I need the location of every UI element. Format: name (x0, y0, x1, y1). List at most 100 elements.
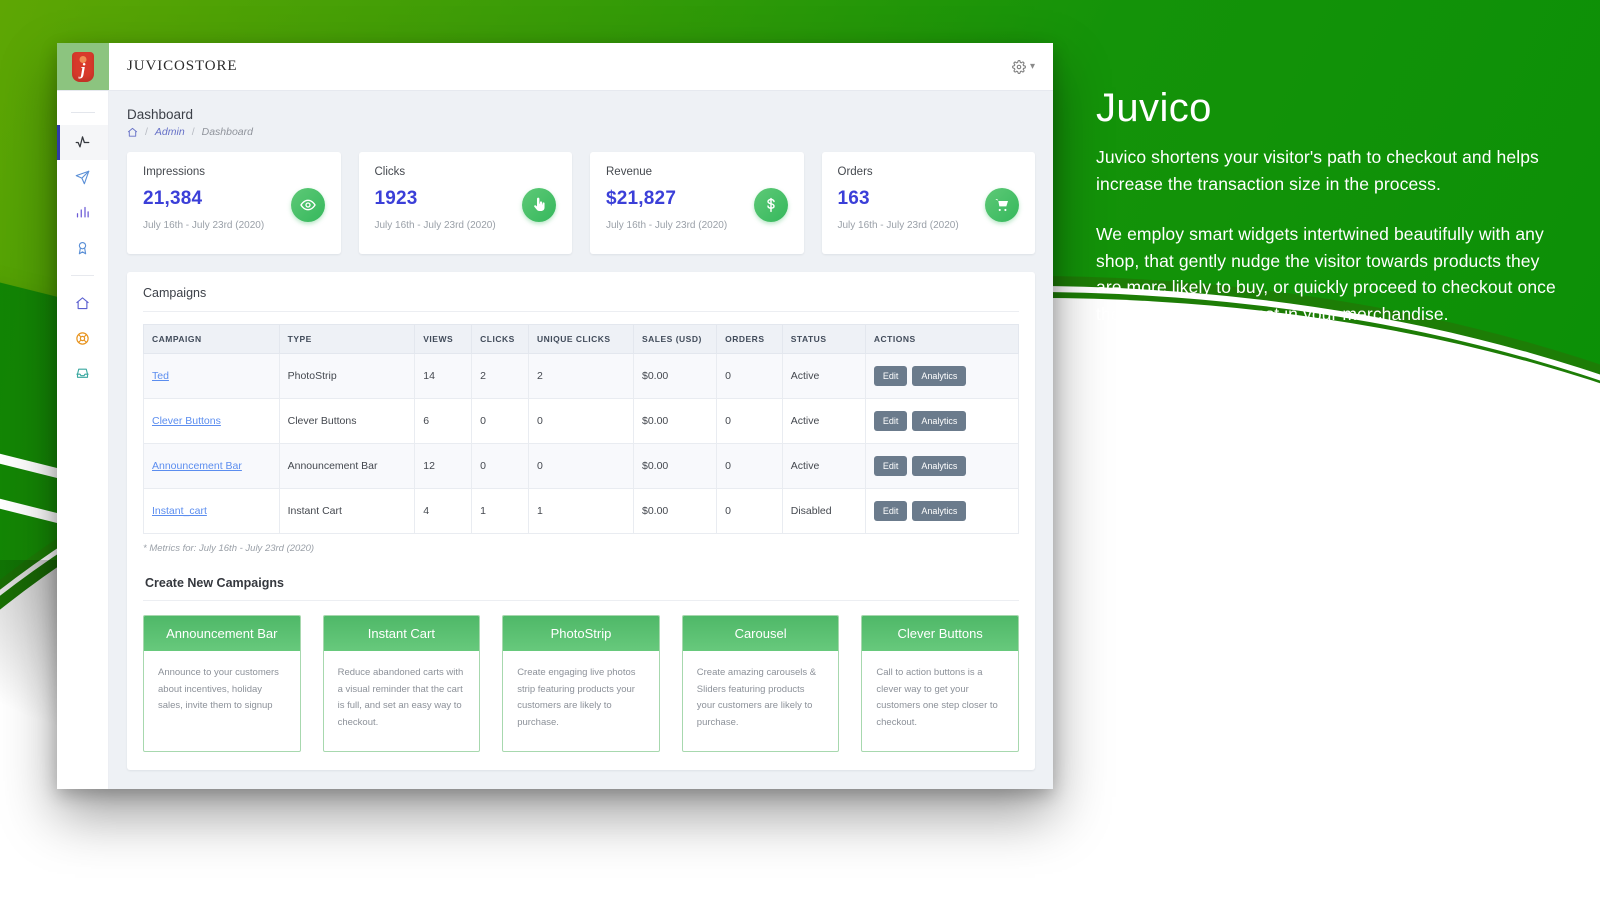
analytics-button[interactable]: Analytics (912, 456, 967, 476)
main-content: Dashboard / Admin / Dashboard Impression… (109, 91, 1053, 789)
stat-period: July 16th - July 23rd (2020) (374, 220, 496, 231)
table-row: Announcement Bar Announcement Bar 12 0 0… (143, 443, 1020, 489)
breadcrumb-separator-1: / (145, 126, 148, 138)
cell-unique-clicks: 2 (528, 353, 634, 399)
create-card-body: Reduce abandoned carts with a visual rem… (337, 667, 464, 728)
table-row: Clever Buttons Clever Buttons 6 0 0 $0.0… (143, 398, 1020, 444)
app-topbar: j JUVICOSTORE ▾ (57, 43, 1053, 91)
cell-orders: 0 (716, 353, 783, 399)
create-card-instant-cart[interactable]: Instant Cart Reduce abandoned carts with… (322, 615, 481, 752)
create-card-carousel[interactable]: Carousel Create amazing carousels & Slid… (681, 615, 840, 752)
edit-button[interactable]: Edit (873, 366, 908, 386)
sidebar-item-send[interactable] (57, 160, 108, 195)
topbar-settings-menu[interactable]: ▾ (1012, 59, 1035, 74)
cell-sales: $0.00 (632, 488, 718, 534)
cell-type: Announcement Bar (278, 443, 416, 489)
sidebar-item-analytics[interactable] (57, 195, 108, 230)
analytics-button[interactable]: Analytics (912, 501, 967, 521)
cell-sales: $0.00 (632, 443, 718, 489)
home-icon (75, 296, 90, 311)
create-card-clever-buttons[interactable]: Clever Buttons Call to action buttons is… (861, 615, 1019, 752)
create-card-title: Clever Buttons (862, 616, 1018, 651)
col-campaign: CAMPAIGN (143, 324, 280, 354)
logo-hole (79, 55, 87, 63)
sidebar (57, 91, 109, 789)
stat-card-impressions: Impressions 21,384 July 16th - July 23rd… (127, 152, 341, 254)
lifebuoy-icon (75, 331, 90, 346)
col-orders: ORDERS (716, 324, 783, 354)
breadcrumb-separator-2: / (191, 126, 195, 138)
create-card-body: Announce to your customers about incenti… (158, 667, 279, 712)
chevron-down-icon[interactable]: ▾ (1030, 61, 1035, 72)
app-body: Dashboard / Admin / Dashboard Impression… (57, 91, 1053, 789)
cell-unique-clicks: 1 (528, 488, 634, 534)
cell-views: 6 (414, 398, 473, 444)
campaign-link[interactable]: Announcement Bar (152, 460, 242, 472)
create-card-body: Create engaging live photos strip featur… (517, 667, 636, 728)
edit-button[interactable]: Edit (873, 456, 908, 476)
create-card-title: Instant Cart (323, 616, 480, 651)
breadcrumb-link-admin[interactable]: Admin (155, 126, 185, 138)
sidebar-item-awards[interactable] (57, 230, 108, 265)
campaign-link[interactable]: Instant_cart (152, 505, 207, 517)
stat-card-clicks: Clicks 1923 July 16th - July 23rd (2020) (358, 152, 572, 254)
dollar-icon (753, 188, 788, 222)
brand-logo-tile[interactable]: j (57, 43, 109, 90)
analytics-button[interactable]: Analytics (912, 366, 967, 386)
create-card-announcement-bar[interactable]: Announcement Bar Announce to your custom… (143, 615, 301, 752)
app-title-bar: JUVICOSTORE ▾ (109, 43, 1053, 90)
breadcrumb-home-icon[interactable] (127, 127, 138, 138)
cell-views: 4 (414, 488, 473, 534)
cell-type: Clever Buttons (278, 398, 416, 444)
bar-chart-icon (75, 205, 90, 220)
inbox-icon (75, 366, 90, 381)
col-clicks: CLICKS (471, 324, 529, 354)
edit-button[interactable]: Edit (873, 411, 908, 431)
campaign-link[interactable]: Clever Buttons (152, 415, 221, 427)
cell-actions: Edit Analytics (864, 443, 1020, 489)
cell-campaign: Announcement Bar (143, 443, 280, 489)
status-badge: Disabled (781, 488, 866, 534)
cell-clicks: 1 (471, 488, 529, 534)
paper-plane-icon (75, 170, 90, 185)
cell-campaign: Ted (143, 353, 280, 399)
sidebar-item-activity[interactable] (57, 125, 108, 160)
create-card-body: Create amazing carousels & Sliders featu… (696, 667, 817, 728)
cell-type: PhotoStrip (278, 353, 416, 399)
table-row: Instant_cart Instant Cart 4 1 1 $0.00 0 … (143, 488, 1020, 534)
sidebar-item-support[interactable] (57, 321, 108, 356)
cell-type: Instant Cart (278, 488, 416, 534)
screenshot-stage: j JUVICOSTORE ▾ Dashboard / Admin / Dash… (0, 0, 1600, 900)
create-card-photostrip[interactable]: PhotoStrip Create engaging live photos s… (502, 615, 660, 752)
promo-panel: Juvico Juvico shortens your visitor's pa… (1096, 86, 1566, 352)
col-type: TYPE (278, 324, 416, 354)
sidebar-item-inbox[interactable] (57, 356, 108, 391)
breadcrumb-current: Dashboard (201, 126, 253, 138)
cell-campaign: Clever Buttons (143, 398, 280, 444)
page-title: Dashboard (127, 107, 194, 122)
campaigns-panel-title: Campaigns (143, 286, 207, 300)
status-badge: Active (781, 443, 866, 489)
cell-campaign: Instant_cart (143, 488, 280, 534)
app-window: j JUVICOSTORE ▾ Dashboard / Admin / Dash… (57, 43, 1053, 789)
status-badge: Active (781, 353, 866, 399)
cell-unique-clicks: 0 (528, 398, 634, 444)
stat-label: Orders (837, 166, 873, 178)
stat-card-orders: Orders 163 July 16th - July 23rd (2020) (821, 152, 1035, 254)
promo-paragraph-1: Juvico shortens your visitor's path to c… (1096, 147, 1539, 194)
cell-sales: $0.00 (632, 353, 718, 399)
campaign-link[interactable]: Ted (152, 370, 169, 382)
activity-pulse-icon (75, 135, 90, 150)
create-card-title: Carousel (682, 616, 839, 651)
col-actions: ACTIONS (864, 324, 1020, 354)
create-campaign-cards: Announcement Bar Announce to your custom… (143, 615, 1019, 752)
sidebar-item-home[interactable] (57, 286, 108, 321)
stat-label: Clicks (374, 166, 406, 178)
app-store-title: JUVICOSTORE (127, 58, 238, 74)
edit-button[interactable]: Edit (873, 501, 908, 521)
sidebar-top-divider (57, 99, 108, 125)
gear-icon[interactable] (1012, 59, 1026, 74)
col-unique-clicks: UNIQUE CLICKS (528, 324, 634, 354)
status-badge: Active (781, 398, 866, 444)
analytics-button[interactable]: Analytics (912, 411, 967, 431)
